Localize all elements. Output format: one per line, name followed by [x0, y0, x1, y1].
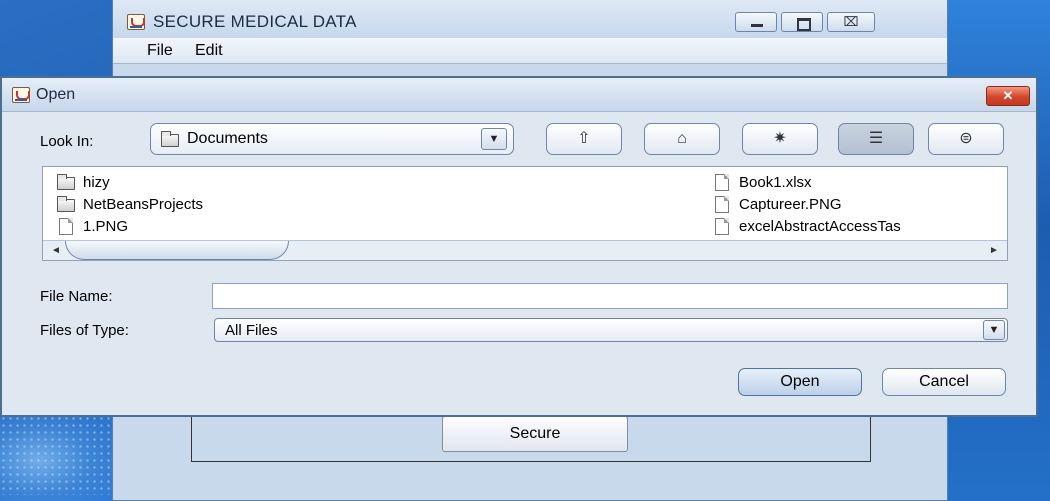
file-name-label: Captureer.PNG: [739, 196, 842, 213]
file-icon: [715, 174, 729, 191]
open-button[interactable]: Open: [738, 368, 862, 396]
horizontal-scrollbar[interactable]: ◄ ►: [43, 240, 1007, 260]
files-of-type-label: Files of Type:: [40, 322, 129, 339]
secure-button[interactable]: Secure: [442, 416, 628, 452]
look-in-label: Look In:: [40, 133, 94, 150]
up-one-level-icon: ⇧: [577, 130, 591, 147]
close-icon: ✕: [1002, 88, 1014, 103]
folder-icon: [161, 131, 179, 147]
home-icon: ⌂: [677, 130, 687, 147]
file-name-field[interactable]: [212, 283, 1008, 309]
file-icon: [59, 218, 73, 235]
menu-file[interactable]: File: [147, 42, 173, 60]
scrollbar-thumb[interactable]: [65, 241, 289, 260]
new-folder-icon: ✷: [773, 130, 787, 147]
chevron-down-icon[interactable]: ▼: [983, 320, 1005, 340]
file-name-label: excelAbstractAccessTas: [739, 218, 901, 235]
folder-icon: [57, 174, 75, 190]
file-name-label: 1.PNG: [83, 218, 129, 235]
file-icon: [715, 196, 729, 213]
scroll-right-icon[interactable]: ►: [983, 242, 1005, 259]
cancel-button[interactable]: Cancel: [882, 368, 1006, 396]
menu-bar: File Edit: [113, 38, 947, 64]
folder-icon: [57, 196, 75, 212]
scroll-left-icon[interactable]: ◄: [45, 242, 67, 259]
details-view-icon: ⊜: [959, 130, 973, 147]
list-view-button[interactable]: ☰: [838, 123, 914, 155]
dialog-titlebar[interactable]: Open ✕: [2, 78, 1036, 112]
look-in-dropdown[interactable]: Documents ▼: [150, 123, 514, 155]
new-folder-button[interactable]: ✷: [742, 123, 818, 155]
file-name-label: File Name:: [40, 288, 113, 305]
file-list[interactable]: hizy NetBeansProjects 1.PNG Book1.xlsx C…: [42, 166, 1008, 261]
dialog-close-button[interactable]: ✕: [986, 86, 1030, 106]
file-name-label: NetBeansProjects: [83, 196, 204, 213]
minimize-button[interactable]: [735, 12, 777, 32]
menu-edit[interactable]: Edit: [195, 42, 223, 60]
home-button[interactable]: ⌂: [644, 123, 720, 155]
file-name-label: hizy: [83, 174, 110, 191]
chevron-down-icon[interactable]: ▼: [481, 128, 507, 150]
desktop-wallpaper-pattern: [0, 415, 120, 495]
dialog-title: Open: [36, 86, 76, 103]
list-view-icon: ☰: [868, 130, 884, 147]
files-of-type-value: All Files: [225, 322, 278, 339]
close-button[interactable]: ⌧: [827, 12, 875, 32]
list-item[interactable]: excelAbstractAccessTas: [713, 217, 1007, 237]
open-dialog: Open ✕ Look In: Documents ▼ ⇧ ⌂ ✷ ☰ ⊜ hi…: [0, 76, 1038, 417]
file-name-label: Book1.xlsx: [739, 174, 812, 191]
up-one-level-button[interactable]: ⇧: [546, 123, 622, 155]
main-titlebar[interactable]: SECURE MEDICAL DATA ⌧: [113, 0, 947, 42]
java-icon: [127, 14, 145, 30]
files-of-type-dropdown[interactable]: All Files ▼: [214, 318, 1008, 342]
maximize-button[interactable]: [781, 12, 823, 32]
file-icon: [715, 218, 729, 235]
java-icon: [12, 87, 30, 103]
close-icon: ⌧: [843, 14, 859, 29]
details-view-button[interactable]: ⊜: [928, 123, 1004, 155]
main-window-title: SECURE MEDICAL DATA: [153, 12, 357, 31]
look-in-value: Documents: [187, 130, 268, 147]
